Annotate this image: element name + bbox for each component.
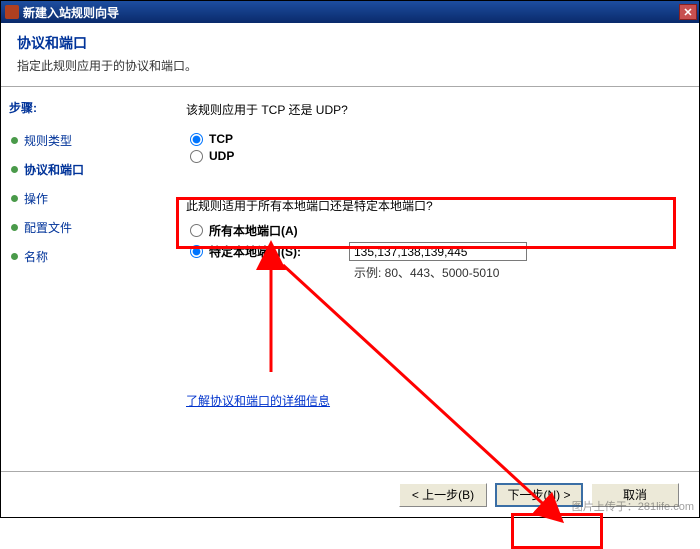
content: 该规则应用于 TCP 还是 UDP? TCP UDP 此规则适用于所有本地端口还… (176, 87, 699, 471)
radio-udp-label: UDP (209, 149, 234, 163)
learn-more-link[interactable]: 了解协议和端口的详细信息 (186, 392, 330, 409)
bullet-icon (11, 224, 18, 231)
radio-specific-ports-row: 特定本地端口(S): (190, 242, 679, 261)
step-label: 协议和端口 (24, 161, 84, 178)
titlebar-left: 新建入站规则向导 (5, 4, 119, 21)
bullet-icon (11, 137, 18, 144)
annotation-highlight-next (511, 513, 603, 549)
radio-specific-ports-label: 特定本地端口(S): (209, 243, 339, 260)
step-rule-type[interactable]: 规则类型 (9, 126, 168, 155)
ports-example: 示例: 80、443、5000-5010 (354, 264, 679, 281)
app-icon (5, 5, 19, 19)
bullet-icon (11, 166, 18, 173)
step-label: 配置文件 (24, 219, 72, 236)
bullet-icon (11, 195, 18, 202)
radio-tcp-label: TCP (209, 132, 233, 146)
header: 协议和端口 指定此规则应用于的协议和端口。 (1, 23, 699, 87)
sidebar: 步骤: 规则类型 协议和端口 操作 配置文件 名称 (1, 87, 176, 471)
radio-specific-ports[interactable] (190, 245, 203, 258)
cancel-button[interactable]: 取消 (591, 483, 679, 507)
radio-all-ports[interactable] (190, 224, 203, 237)
step-label: 操作 (24, 190, 48, 207)
wizard-window: 新建入站规则向导 ✕ 协议和端口 指定此规则应用于的协议和端口。 步骤: 规则类… (0, 0, 700, 518)
radio-tcp[interactable] (190, 133, 203, 146)
radio-specific-ports-wrap[interactable]: 特定本地端口(S): (190, 243, 339, 260)
footer: < 上一步(B) 下一步(N) > 取消 (1, 471, 699, 517)
radio-udp-row[interactable]: UDP (190, 149, 679, 163)
radio-udp[interactable] (190, 150, 203, 163)
radio-tcp-row[interactable]: TCP (190, 132, 679, 146)
step-profile[interactable]: 配置文件 (9, 213, 168, 242)
next-button[interactable]: 下一步(N) > (495, 483, 583, 507)
step-action[interactable]: 操作 (9, 184, 168, 213)
steps-label: 步骤: (9, 99, 168, 116)
step-name[interactable]: 名称 (9, 242, 168, 271)
back-button[interactable]: < 上一步(B) (399, 483, 487, 507)
annotation-arrow-1 (256, 247, 286, 380)
step-label: 规则类型 (24, 132, 72, 149)
bullet-icon (11, 253, 18, 260)
question-ports: 此规则适用于所有本地端口还是特定本地端口? (186, 197, 679, 214)
ports-input[interactable] (349, 242, 527, 261)
body: 步骤: 规则类型 协议和端口 操作 配置文件 名称 (1, 87, 699, 471)
titlebar: 新建入站规则向导 ✕ (1, 1, 699, 23)
window-title: 新建入站规则向导 (23, 4, 119, 21)
step-protocol-ports[interactable]: 协议和端口 (9, 155, 168, 184)
question-protocol: 该规则应用于 TCP 还是 UDP? (186, 101, 679, 118)
radio-all-ports-row[interactable]: 所有本地端口(A) (190, 222, 679, 239)
close-button[interactable]: ✕ (679, 4, 697, 20)
page-title: 协议和端口 (17, 33, 683, 53)
radio-all-ports-label: 所有本地端口(A) (209, 222, 298, 239)
page-desc: 指定此规则应用于的协议和端口。 (17, 57, 683, 74)
step-label: 名称 (24, 248, 48, 265)
